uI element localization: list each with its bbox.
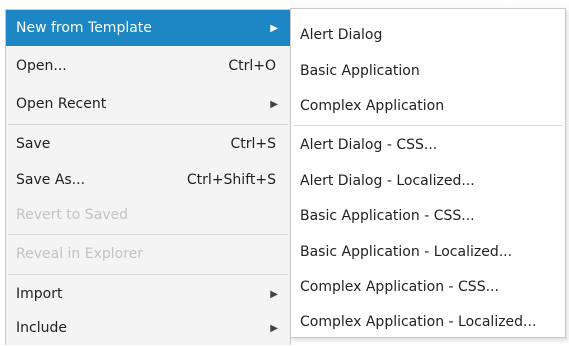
menu-item-label: Save As... (16, 172, 86, 188)
menu-item-revert-to-saved: Revert to Saved (6, 197, 290, 233)
submenu-arrow-icon: ▶ (270, 98, 278, 110)
menu-item-label: Open Recent (16, 96, 107, 112)
menu-separator (8, 274, 288, 275)
menu-item-label: Reveal in Explorer (16, 246, 144, 262)
template-basic-application-localized[interactable]: Basic Application - Localized... (291, 234, 565, 270)
new-from-template-submenu: Alert Dialog Basic Application Complex A… (290, 8, 566, 338)
menu-item-include[interactable]: Include ▶ (6, 310, 290, 346)
submenu-item-label: Basic Application - CSS... (300, 208, 475, 224)
submenu-separator (293, 125, 563, 126)
submenu-item-label: Complex Application - Localized... (300, 314, 537, 330)
template-alert-dialog-css[interactable]: Alert Dialog - CSS... (291, 127, 565, 163)
menu-item-save[interactable]: Save Ctrl+S (6, 126, 290, 162)
menu-separator (8, 234, 288, 235)
menu-item-label: New from Template (16, 20, 152, 36)
template-complex-application-css[interactable]: Complex Application - CSS... (291, 269, 565, 305)
menu-separator (8, 124, 288, 125)
template-basic-application[interactable]: Basic Application (291, 53, 565, 89)
submenu-arrow-icon: ▶ (270, 288, 278, 300)
menu-item-label: Revert to Saved (16, 207, 129, 223)
template-alert-dialog[interactable]: Alert Dialog (291, 17, 565, 53)
menu-item-label: Import (16, 286, 63, 302)
submenu-item-label: Complex Application - CSS... (300, 279, 499, 295)
menu-item-save-as[interactable]: Save As... Ctrl+Shift+S (6, 162, 290, 198)
submenu-item-label: Basic Application - Localized... (300, 244, 513, 260)
menu-item-open[interactable]: Open... Ctrl+O (6, 48, 290, 84)
submenu-arrow-icon: ▶ (270, 22, 278, 34)
menu-item-label: Open... (16, 58, 67, 74)
menu-item-import[interactable]: Import ▶ (6, 276, 290, 312)
menu-item-reveal-in-explorer: Reveal in Explorer (6, 236, 290, 272)
menu-item-new-from-template[interactable]: New from Template ▶ (6, 10, 290, 46)
submenu-item-label: Alert Dialog (300, 27, 383, 43)
submenu-item-label: Complex Application (300, 98, 445, 114)
file-menu: New from Template ▶ Open... Ctrl+O Open … (5, 9, 291, 345)
menu-item-open-recent[interactable]: Open Recent ▶ (6, 86, 290, 122)
submenu-item-label: Alert Dialog - Localized... (300, 173, 475, 189)
menu-item-label: Save (16, 136, 51, 152)
menu-item-shortcut: Ctrl+S (230, 136, 276, 152)
menu-item-label: Include (16, 320, 67, 336)
template-basic-application-css[interactable]: Basic Application - CSS... (291, 198, 565, 234)
template-complex-application-localized[interactable]: Complex Application - Localized... (291, 304, 565, 340)
submenu-item-label: Alert Dialog - CSS... (300, 137, 438, 153)
menu-item-shortcut: Ctrl+Shift+S (186, 172, 276, 188)
template-alert-dialog-localized[interactable]: Alert Dialog - Localized... (291, 163, 565, 199)
menu-item-shortcut: Ctrl+O (228, 58, 276, 74)
template-complex-application[interactable]: Complex Application (291, 88, 565, 124)
menu-backdrop (290, 0, 569, 8)
submenu-arrow-icon: ▶ (270, 322, 278, 334)
submenu-item-label: Basic Application (300, 63, 420, 79)
